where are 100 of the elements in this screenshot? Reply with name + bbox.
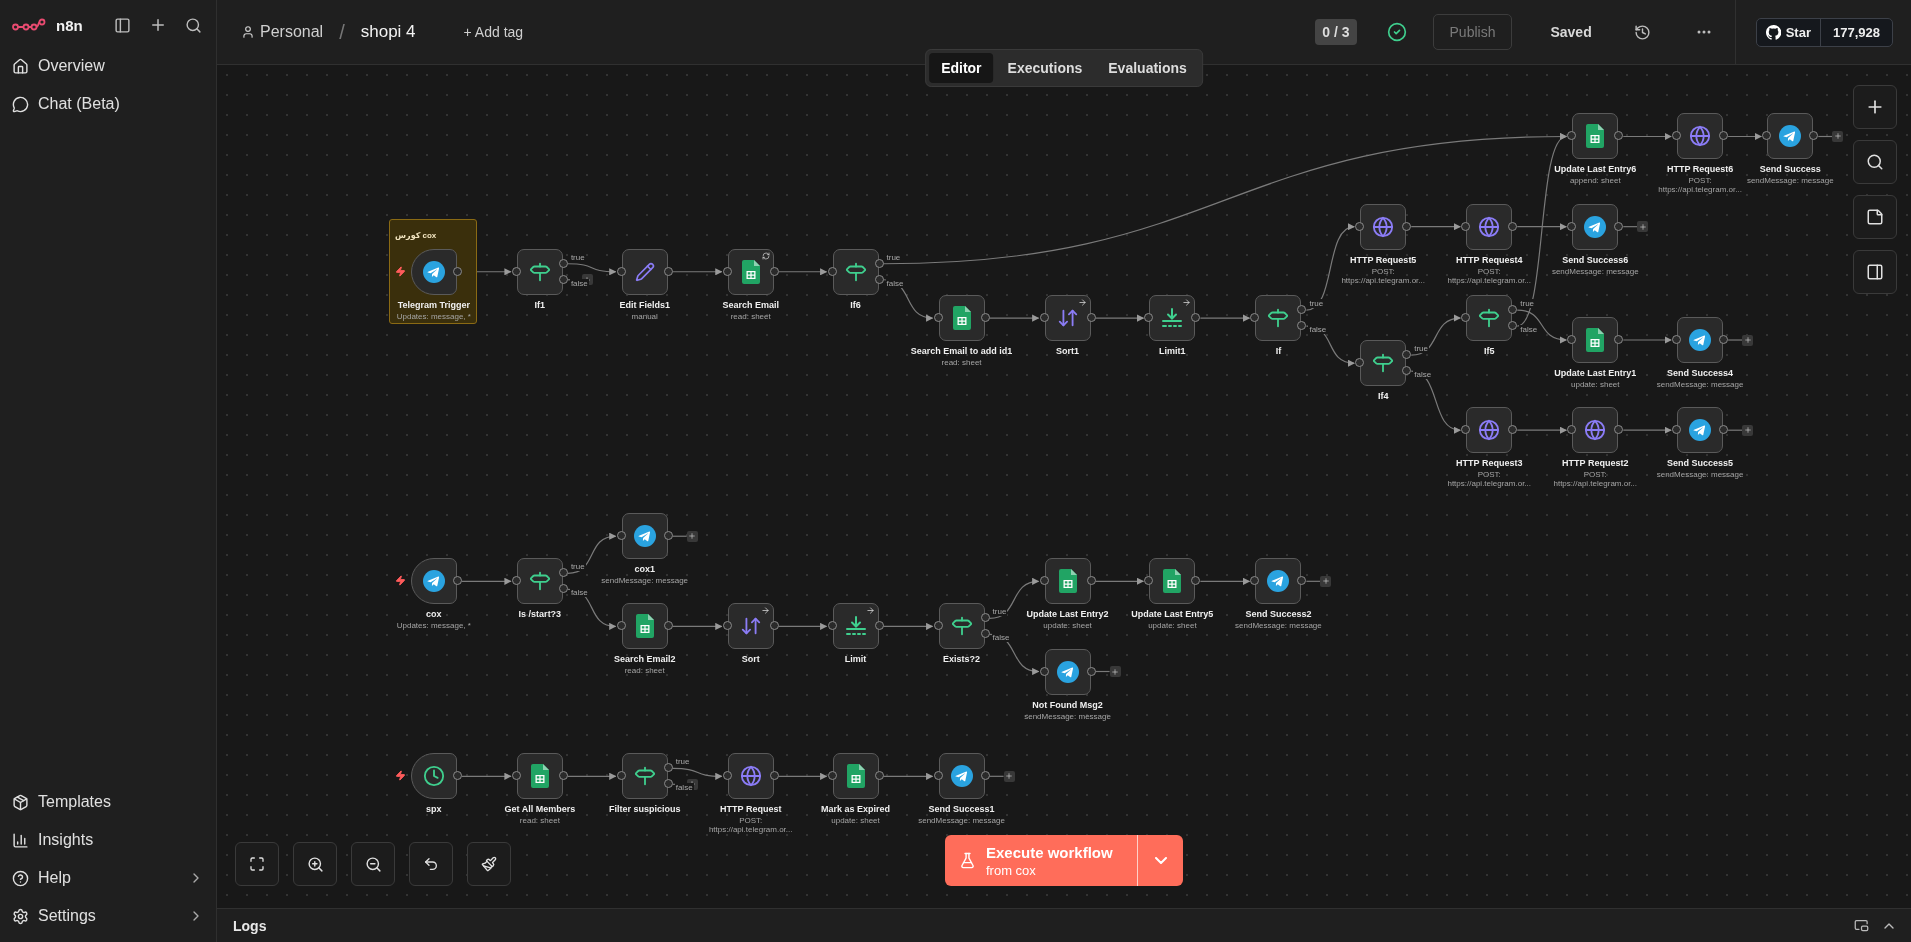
node-name: Update Last Entry2	[1026, 609, 1109, 620]
node-subtitle: read: sheet	[941, 358, 982, 368]
node-name: Telegram Trigger	[397, 299, 470, 310]
node-name: Search Email	[722, 299, 779, 310]
nav-item[interactable]: Insights	[6, 822, 210, 858]
node-subtitle: update: sheet	[1043, 621, 1092, 631]
breadcrumb-separator: /	[339, 20, 345, 44]
save-status: Saved	[1550, 24, 1592, 40]
github-star-button[interactable]: Star	[1756, 18, 1821, 46]
nav-item[interactable]: Settings	[6, 898, 210, 934]
sticky-note-text: کورس cox	[395, 231, 437, 240]
output-label: true	[1519, 299, 1536, 309]
output-label: true	[674, 757, 691, 767]
node-name: Send Success4	[1667, 368, 1734, 378]
output-label: true	[1308, 299, 1325, 309]
node-name: Send Success1	[928, 804, 995, 815]
node-name: If	[1275, 346, 1282, 357]
node-name: Limit	[844, 654, 867, 665]
view-tab[interactable]: Executions	[995, 53, 1095, 83]
output-label: true	[569, 562, 586, 572]
output-label: false	[885, 278, 905, 288]
node-subtitle: POST: https://api.telegram.or...	[707, 816, 794, 835]
node-name: Is /start?3	[518, 609, 562, 620]
node-name: cox1	[634, 564, 655, 575]
node-name: Edit Fields1	[619, 299, 670, 310]
node-subtitle: manual	[631, 311, 658, 321]
node-subtitle: update: sheet	[1571, 380, 1620, 389]
node-name: HTTP Request	[720, 804, 782, 815]
node-subtitle: update: sheet	[831, 816, 880, 826]
node-subtitle: sendMessage: message	[1551, 266, 1639, 276]
workflow-name: shopi 4	[360, 22, 416, 42]
node-subtitle: sendMessage: message	[1746, 176, 1834, 186]
logs-title: Logs	[233, 917, 268, 934]
node-name: Send Success6	[1562, 254, 1629, 265]
node-name: Mark as Expired	[821, 804, 891, 815]
output-label: false	[1413, 370, 1433, 380]
node-name: If5	[1484, 346, 1495, 357]
node-subtitle: read: sheet	[730, 311, 771, 321]
node-name: Update Last Entry6	[1554, 164, 1637, 175]
node-name: spx	[426, 804, 442, 815]
output-label: false	[569, 588, 589, 598]
node-subtitle: POST: https://api.telegram.or...	[1657, 176, 1743, 195]
node-name: Sort1	[1056, 346, 1080, 357]
node-name: Update Last Entry5	[1131, 609, 1214, 620]
node-subtitle: sendMessage: message	[918, 816, 1005, 826]
node-name: Limit1	[1159, 346, 1186, 357]
node-name: Filter suspicious	[608, 804, 681, 815]
node-subtitle: update: sheet	[1148, 621, 1197, 631]
node-name: HTTP Request4	[1456, 254, 1523, 265]
node-name: Search Email2	[613, 654, 676, 665]
add-tag-button[interactable]: + Add tag	[457, 23, 530, 41]
output-label: true	[991, 607, 1008, 617]
node-subtitle: read: sheet	[624, 666, 665, 676]
node-subtitle: read: sheet	[519, 816, 560, 826]
node-name: HTTP Request5	[1350, 254, 1417, 265]
node-subtitle: POST: https://api.telegram.or...	[1446, 470, 1533, 489]
node-name: Get All Members	[504, 804, 576, 815]
node-name: Exists?2	[943, 654, 981, 665]
output-label: false	[1308, 325, 1328, 335]
node-subtitle: POST: https://api.telegram.or...	[1446, 266, 1533, 285]
node-name: Update Last Entry1	[1554, 368, 1637, 378]
node-subtitle: Updates: message, *	[396, 311, 471, 321]
node-name: HTTP Request6	[1666, 164, 1734, 175]
node-subtitle: sendMessage: message	[1656, 470, 1744, 480]
node-name: If1	[534, 299, 546, 310]
nav-item[interactable]: Overview	[6, 48, 210, 84]
nav-item[interactable]: Help	[6, 860, 210, 896]
node-subtitle: sendMessage: message	[1656, 380, 1744, 389]
project-link[interactable]: Personal	[241, 23, 324, 41]
node-subtitle: sendMessage: message	[601, 576, 689, 586]
view-tab[interactable]: Editor	[929, 53, 994, 83]
node-subtitle: sendMessage: message	[1235, 621, 1322, 631]
node-name: Sort	[741, 654, 760, 665]
counter-badge: 0 / 3	[1315, 19, 1357, 45]
node-name: If6	[850, 299, 861, 310]
node-subtitle: POST: https://api.telegram.or...	[1340, 266, 1426, 285]
node-subtitle: append: sheet	[1569, 176, 1621, 186]
nav-item[interactable]: Chat (Beta)	[6, 86, 210, 122]
node-subtitle: Updates: message, *	[396, 621, 471, 631]
brand-name: n8n	[56, 16, 84, 34]
node-name: Not Found Msg2	[1032, 699, 1103, 710]
output-label: false	[1519, 325, 1539, 335]
node-name: Send Success	[1759, 164, 1821, 175]
output-label: false	[569, 278, 589, 288]
node-name: Send Success2	[1245, 609, 1312, 620]
nav-item[interactable]: Templates	[6, 784, 210, 820]
node-name: cox	[426, 609, 442, 620]
star-count: 177,928	[1832, 23, 1881, 42]
output-label: true	[885, 252, 902, 262]
output-label: false	[674, 783, 694, 793]
output-label: true	[569, 252, 586, 262]
node-subtitle: sendMessage: message	[1024, 711, 1111, 721]
output-label: true	[1413, 344, 1429, 354]
node-name: Send Success5	[1667, 458, 1734, 469]
node-name: HTTP Request2	[1562, 458, 1629, 469]
view-tab[interactable]: Evaluations	[1096, 53, 1199, 83]
node-name: HTTP Request3	[1456, 458, 1523, 469]
output-label: false	[991, 633, 1011, 643]
node-name: If4	[1377, 391, 1389, 402]
node-name: Search Email to add id1	[910, 346, 1013, 357]
